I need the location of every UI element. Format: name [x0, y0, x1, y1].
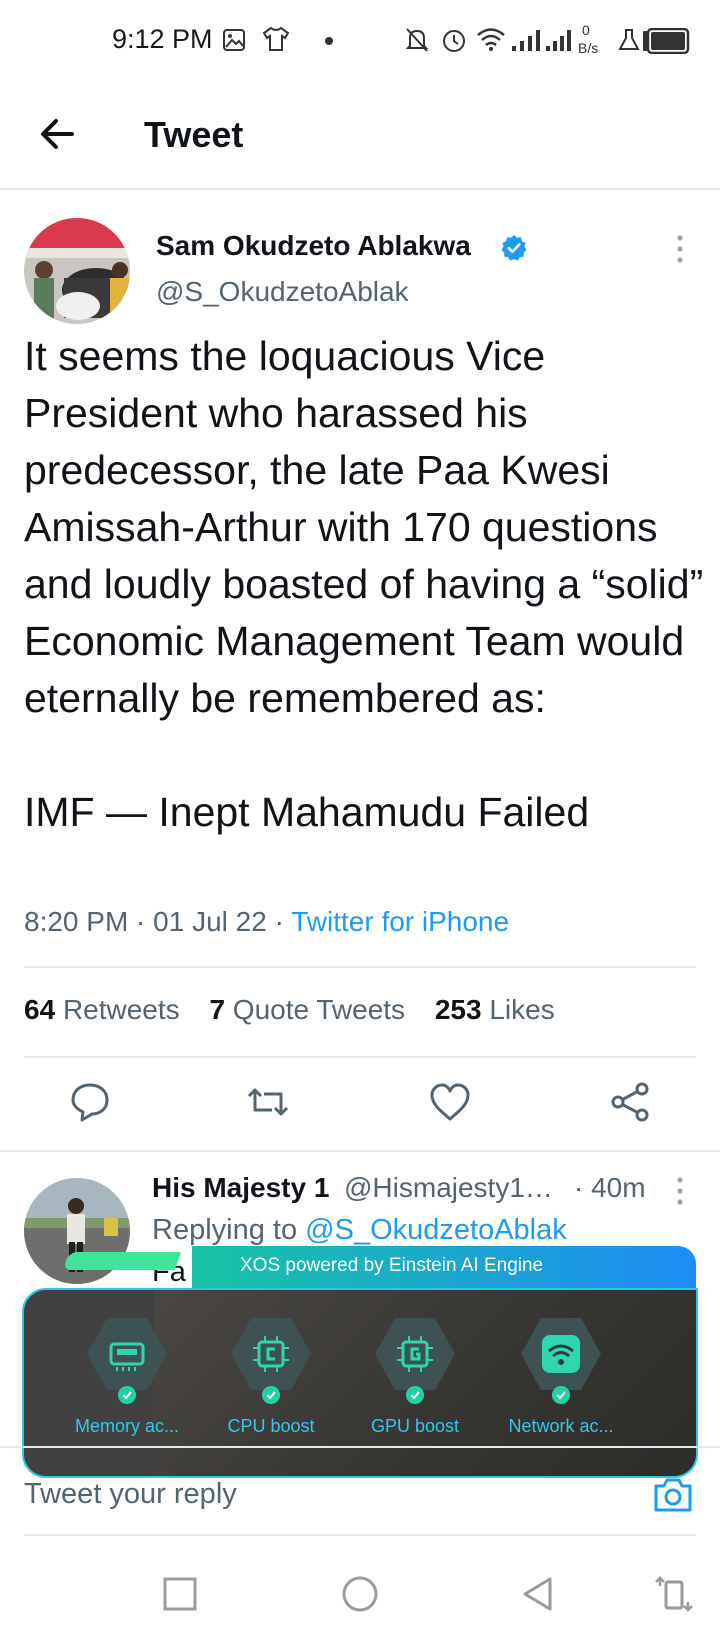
replying-prefix: Replying to: [152, 1214, 298, 1246]
reply-icon[interactable]: [68, 1080, 112, 1124]
rotate-icon[interactable]: [654, 1574, 694, 1614]
tweet-meta: 8:20 PM · 01 Jul 22 · Twitter for iPhone: [24, 906, 509, 938]
divider: [0, 1150, 720, 1152]
xos-banner: XOS powered by Einstein AI Engine: [192, 1246, 696, 1288]
author-avatar[interactable]: [24, 218, 130, 324]
dot-icon: [325, 37, 333, 45]
author-handle[interactable]: @S_OkudzetoAblak: [156, 276, 409, 308]
xos-gpu-boost[interactable]: GPU boost: [340, 1290, 490, 1476]
signal-icon: [512, 30, 540, 51]
xos-hex: [87, 1318, 167, 1390]
replying-to: Replying to @S_OkudzetoAblak: [152, 1214, 567, 1247]
share-icon[interactable]: [608, 1080, 652, 1124]
more-options-icon[interactable]: [672, 234, 688, 264]
check-icon: [262, 1386, 280, 1404]
xos-cpu-boost[interactable]: CPU boost: [196, 1290, 346, 1476]
status-time: 9:12 PM: [112, 24, 213, 54]
camera-icon[interactable]: [652, 1476, 694, 1514]
lab-icon: [618, 29, 640, 50]
avatar-photo: [24, 218, 130, 324]
wifi-icon: [542, 1335, 580, 1373]
quotes-stat[interactable]: 7 Quote Tweets: [209, 994, 405, 1025]
xos-panel: Memory ac... CPU boost GPU boost Network…: [22, 1288, 698, 1478]
retweet-icon[interactable]: [246, 1080, 290, 1124]
xos-hex: [521, 1318, 601, 1390]
author-name[interactable]: Sam Okudzeto Ablakwa: [156, 230, 471, 262]
home-icon[interactable]: [340, 1574, 380, 1614]
net-speed-unit: B/s: [578, 40, 599, 56]
wifi-icon: [477, 28, 505, 51]
xos-network-accelerate[interactable]: Network ac...: [486, 1290, 636, 1476]
recents-icon[interactable]: [160, 1574, 200, 1614]
check-icon: [552, 1386, 570, 1404]
page-title: Tweet: [144, 114, 244, 155]
tweet-stats: 64 Retweets 7 Quote Tweets 253 Likes: [24, 994, 577, 1026]
divider: [24, 966, 696, 968]
divider: [24, 1056, 696, 1058]
quotes-count: 7: [209, 994, 226, 1025]
retweets-count: 64: [24, 994, 56, 1025]
signal-icon: [546, 30, 571, 51]
tweet-time: 8:20 PM: [24, 906, 129, 937]
cpu-icon: [253, 1336, 289, 1372]
divider: [24, 1534, 696, 1536]
gallery-icon: [223, 29, 245, 51]
meta-separator: ·: [128, 906, 154, 937]
gpu-icon: [397, 1336, 433, 1372]
reply-more-options-icon[interactable]: [672, 1176, 688, 1206]
tweet-text: It seems the loquacious Vice President w…: [24, 333, 704, 835]
likes-label: Likes: [489, 994, 555, 1025]
mute-icon: [405, 28, 429, 52]
xos-item-label: GPU boost: [370, 1416, 460, 1436]
divider: [0, 1446, 720, 1448]
quotes-label: Quote Tweets: [232, 994, 406, 1025]
back-nav-icon[interactable]: [518, 1574, 558, 1614]
check-icon: [118, 1386, 136, 1404]
status-bar: 9:12 PM 0 B/s: [0, 0, 720, 80]
reply-author-name[interactable]: His Majesty 1: [152, 1172, 329, 1204]
tweet-source[interactable]: Twitter for iPhone: [291, 906, 509, 937]
net-speed-value: 0: [582, 22, 590, 38]
retweets-stat[interactable]: 64 Retweets: [24, 994, 180, 1025]
check-icon: [406, 1386, 424, 1404]
xos-hex: [375, 1318, 455, 1390]
app-header: Tweet: [0, 90, 720, 190]
reply-input[interactable]: Tweet your reply: [24, 1478, 237, 1511]
tweet-date: 01 Jul 22: [153, 906, 267, 937]
memory-icon: [109, 1342, 145, 1371]
like-icon[interactable]: [428, 1080, 472, 1124]
likes-stat[interactable]: 253 Likes: [435, 994, 555, 1025]
retweets-label: Retweets: [62, 994, 180, 1025]
alarm-icon: [443, 30, 465, 52]
xos-hex: [231, 1318, 311, 1390]
xos-memory-accelerate[interactable]: Memory ac...: [52, 1290, 202, 1476]
xos-item-label: CPU boost: [227, 1416, 315, 1436]
meta-separator: ·: [266, 906, 292, 937]
xos-item-label: Memory ac...: [74, 1416, 180, 1436]
replying-to-link[interactable]: @S_OkudzetoAblak: [305, 1214, 567, 1246]
xos-item-label: Network ac...: [508, 1416, 614, 1436]
verified-badge-icon: [501, 235, 527, 261]
reply-time: · 40m: [574, 1172, 646, 1203]
back-arrow-icon[interactable]: [36, 112, 80, 156]
battery-icon: [643, 28, 690, 54]
likes-count: 253: [434, 994, 482, 1025]
tshirt-icon: [262, 26, 290, 51]
xos-overlay: XOS powered by Einstein AI Engine Memory…: [22, 1246, 698, 1478]
reply-author-handle[interactable]: @Hismajesty1…: [344, 1172, 553, 1204]
xos-banner-text: XOS powered by Einstein AI Engine: [240, 1255, 544, 1276]
